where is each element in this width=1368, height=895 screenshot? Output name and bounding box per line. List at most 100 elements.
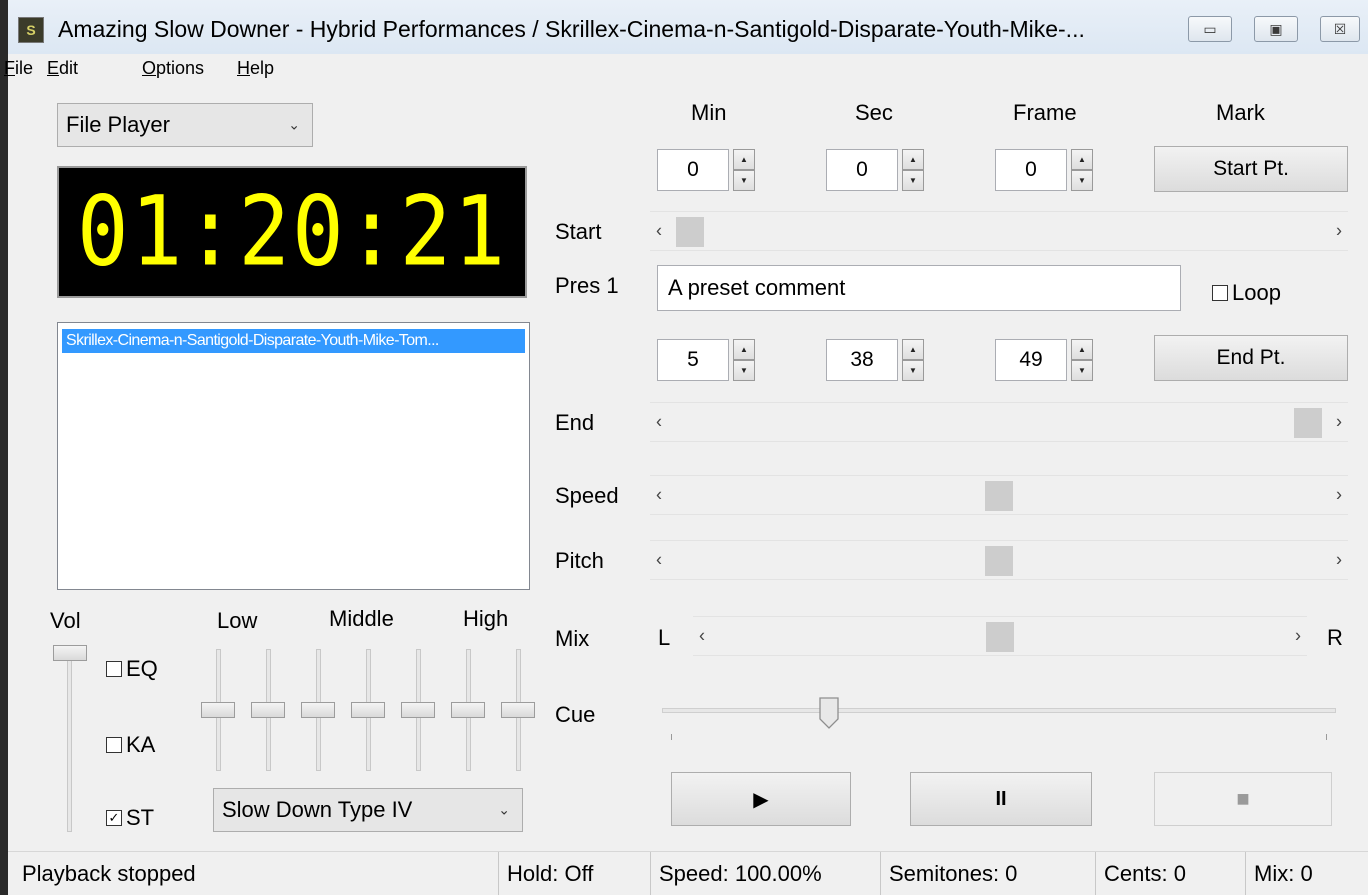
st-checkbox[interactable]: ✓ ST <box>106 805 154 831</box>
speed-scrollbar[interactable]: ‹ › <box>650 475 1348 515</box>
menu-edit[interactable]: Edit <box>47 58 78 79</box>
end-min-spinner[interactable]: ▲ ▼ <box>733 339 755 381</box>
player-mode-select[interactable]: File Player ⌄ <box>57 103 313 147</box>
loop-checkbox-label: Loop <box>1232 280 1281 305</box>
scroll-right-icon[interactable]: › <box>1336 412 1342 433</box>
start-sec-spinner[interactable]: ▲ ▼ <box>902 149 924 191</box>
spin-down-icon[interactable]: ▼ <box>902 360 924 381</box>
pitch-scrollbar-thumb[interactable] <box>985 546 1013 576</box>
frame-column-label: Frame <box>1013 100 1077 125</box>
spin-down-icon[interactable]: ▼ <box>1071 170 1093 191</box>
start-scrollbar-thumb[interactable] <box>676 217 704 247</box>
start-frame-spinner[interactable]: ▲ ▼ <box>1071 149 1093 191</box>
scroll-left-icon[interactable]: ‹ <box>656 485 662 506</box>
status-semitones: Semitones: 0 <box>880 852 1095 895</box>
end-frame-field[interactable]: 49 <box>995 339 1067 381</box>
slow-down-type-value: Slow Down Type IV <box>222 797 413 822</box>
end-scrollbar[interactable]: ‹ › <box>650 402 1348 442</box>
ka-checkbox[interactable]: KA <box>106 732 155 758</box>
cue-slider-track[interactable] <box>662 708 1336 713</box>
scroll-right-icon[interactable]: › <box>1336 550 1342 571</box>
min-column-label: Min <box>691 100 727 125</box>
spin-up-icon[interactable]: ▲ <box>733 149 755 170</box>
eq-checkbox[interactable]: EQ <box>106 656 158 682</box>
preset-comment-input[interactable]: A preset comment <box>657 265 1181 311</box>
st-checkbox-label: ST <box>126 805 155 830</box>
speed-scrollbar-thumb[interactable] <box>985 481 1013 511</box>
play-button[interactable]: ▶ <box>671 772 851 826</box>
start-min-field[interactable]: 0 <box>657 149 729 191</box>
mix-scrollbar[interactable]: ‹ › <box>693 616 1307 656</box>
scroll-left-icon[interactable]: ‹ <box>699 626 705 647</box>
menu-options[interactable]: Options <box>142 58 204 79</box>
list-item[interactable]: Skrillex-Cinema-n-Santigold-Disparate-Yo… <box>62 329 525 353</box>
app-icon[interactable]: S <box>18 17 44 43</box>
menu-help[interactable]: Help <box>237 58 274 79</box>
spin-up-icon[interactable]: ▲ <box>733 339 755 360</box>
spin-down-icon[interactable]: ▼ <box>1071 360 1093 381</box>
start-point-button[interactable]: Start Pt. <box>1154 146 1348 192</box>
scroll-right-icon[interactable]: › <box>1336 221 1342 242</box>
ka-check-box[interactable] <box>106 737 122 753</box>
end-scrollbar-thumb[interactable] <box>1294 408 1322 438</box>
pitch-scrollbar[interactable]: ‹ › <box>650 540 1348 580</box>
pause-button[interactable]: II <box>910 772 1092 826</box>
file-list[interactable]: Skrillex-Cinema-n-Santigold-Disparate-Yo… <box>57 322 530 590</box>
cue-slider-thumb[interactable] <box>819 697 839 734</box>
scroll-left-icon[interactable]: ‹ <box>656 221 662 242</box>
scroll-left-icon[interactable]: ‹ <box>656 550 662 571</box>
end-sec-spinner[interactable]: ▲ ▼ <box>902 339 924 381</box>
cue-thumb-shape <box>819 697 839 729</box>
mix-scrollbar-thumb[interactable] <box>986 622 1014 652</box>
maximize-button[interactable]: ▣ <box>1254 16 1298 42</box>
end-frame-spinner[interactable]: ▲ ▼ <box>1071 339 1093 381</box>
eq-band-slider-thumb[interactable] <box>301 702 335 718</box>
pause-icon: II <box>995 787 1007 810</box>
scroll-left-icon[interactable]: ‹ <box>656 412 662 433</box>
eq-band-slider-thumb[interactable] <box>201 702 235 718</box>
spin-up-icon[interactable]: ▲ <box>1071 149 1093 170</box>
eq-band-slider-thumb[interactable] <box>251 702 285 718</box>
chevron-down-icon: ⌄ <box>498 801 510 818</box>
window-title: Amazing Slow Downer - Hybrid Performance… <box>58 16 1085 42</box>
start-min-spinner[interactable]: ▲ ▼ <box>733 149 755 191</box>
scroll-right-icon[interactable]: › <box>1336 485 1342 506</box>
menu-file[interactable]: File <box>4 58 33 79</box>
end-sec-field[interactable]: 38 <box>826 339 898 381</box>
speed-label: Speed <box>555 483 619 508</box>
loop-check-box[interactable] <box>1212 285 1228 301</box>
pitch-label: Pitch <box>555 548 604 573</box>
minimize-button[interactable]: ▭ <box>1188 16 1232 42</box>
spin-up-icon[interactable]: ▲ <box>1071 339 1093 360</box>
scroll-right-icon[interactable]: › <box>1295 626 1301 647</box>
status-cents: Cents: 0 <box>1095 852 1245 895</box>
start-frame-field[interactable]: 0 <box>995 149 1067 191</box>
time-display-value: 01:20:21 <box>76 176 508 288</box>
spin-down-icon[interactable]: ▼ <box>733 360 755 381</box>
mark-column-label: Mark <box>1216 100 1265 125</box>
end-point-button[interactable]: End Pt. <box>1154 335 1348 381</box>
spin-up-icon[interactable]: ▲ <box>902 149 924 170</box>
eq-band-slider-thumb[interactable] <box>451 702 485 718</box>
eq-band-slider-thumb[interactable] <box>401 702 435 718</box>
eq-check-box[interactable] <box>106 661 122 677</box>
spin-down-icon[interactable]: ▼ <box>902 170 924 191</box>
start-sec-field[interactable]: 0 <box>826 149 898 191</box>
eq-band-slider-thumb[interactable] <box>351 702 385 718</box>
time-display: 01:20:21 <box>57 166 527 298</box>
loop-checkbox[interactable]: Loop <box>1212 280 1281 306</box>
stop-button[interactable]: ■ <box>1154 772 1332 826</box>
spin-down-icon[interactable]: ▼ <box>733 170 755 191</box>
slow-down-type-select[interactable]: Slow Down Type IV ⌄ <box>213 788 523 832</box>
close-button[interactable]: ☒ <box>1320 16 1360 42</box>
ka-checkbox-label: KA <box>126 732 156 757</box>
volume-slider-thumb[interactable] <box>53 645 87 661</box>
end-min-field[interactable]: 5 <box>657 339 729 381</box>
low-label: Low <box>217 608 258 633</box>
volume-slider-track[interactable] <box>67 648 72 832</box>
st-check-box[interactable]: ✓ <box>106 810 122 826</box>
spin-up-icon[interactable]: ▲ <box>902 339 924 360</box>
eq-band-slider-thumb[interactable] <box>501 702 535 718</box>
start-scrollbar[interactable]: ‹ › <box>650 211 1348 251</box>
status-speed: Speed: 100.00% <box>650 852 880 895</box>
